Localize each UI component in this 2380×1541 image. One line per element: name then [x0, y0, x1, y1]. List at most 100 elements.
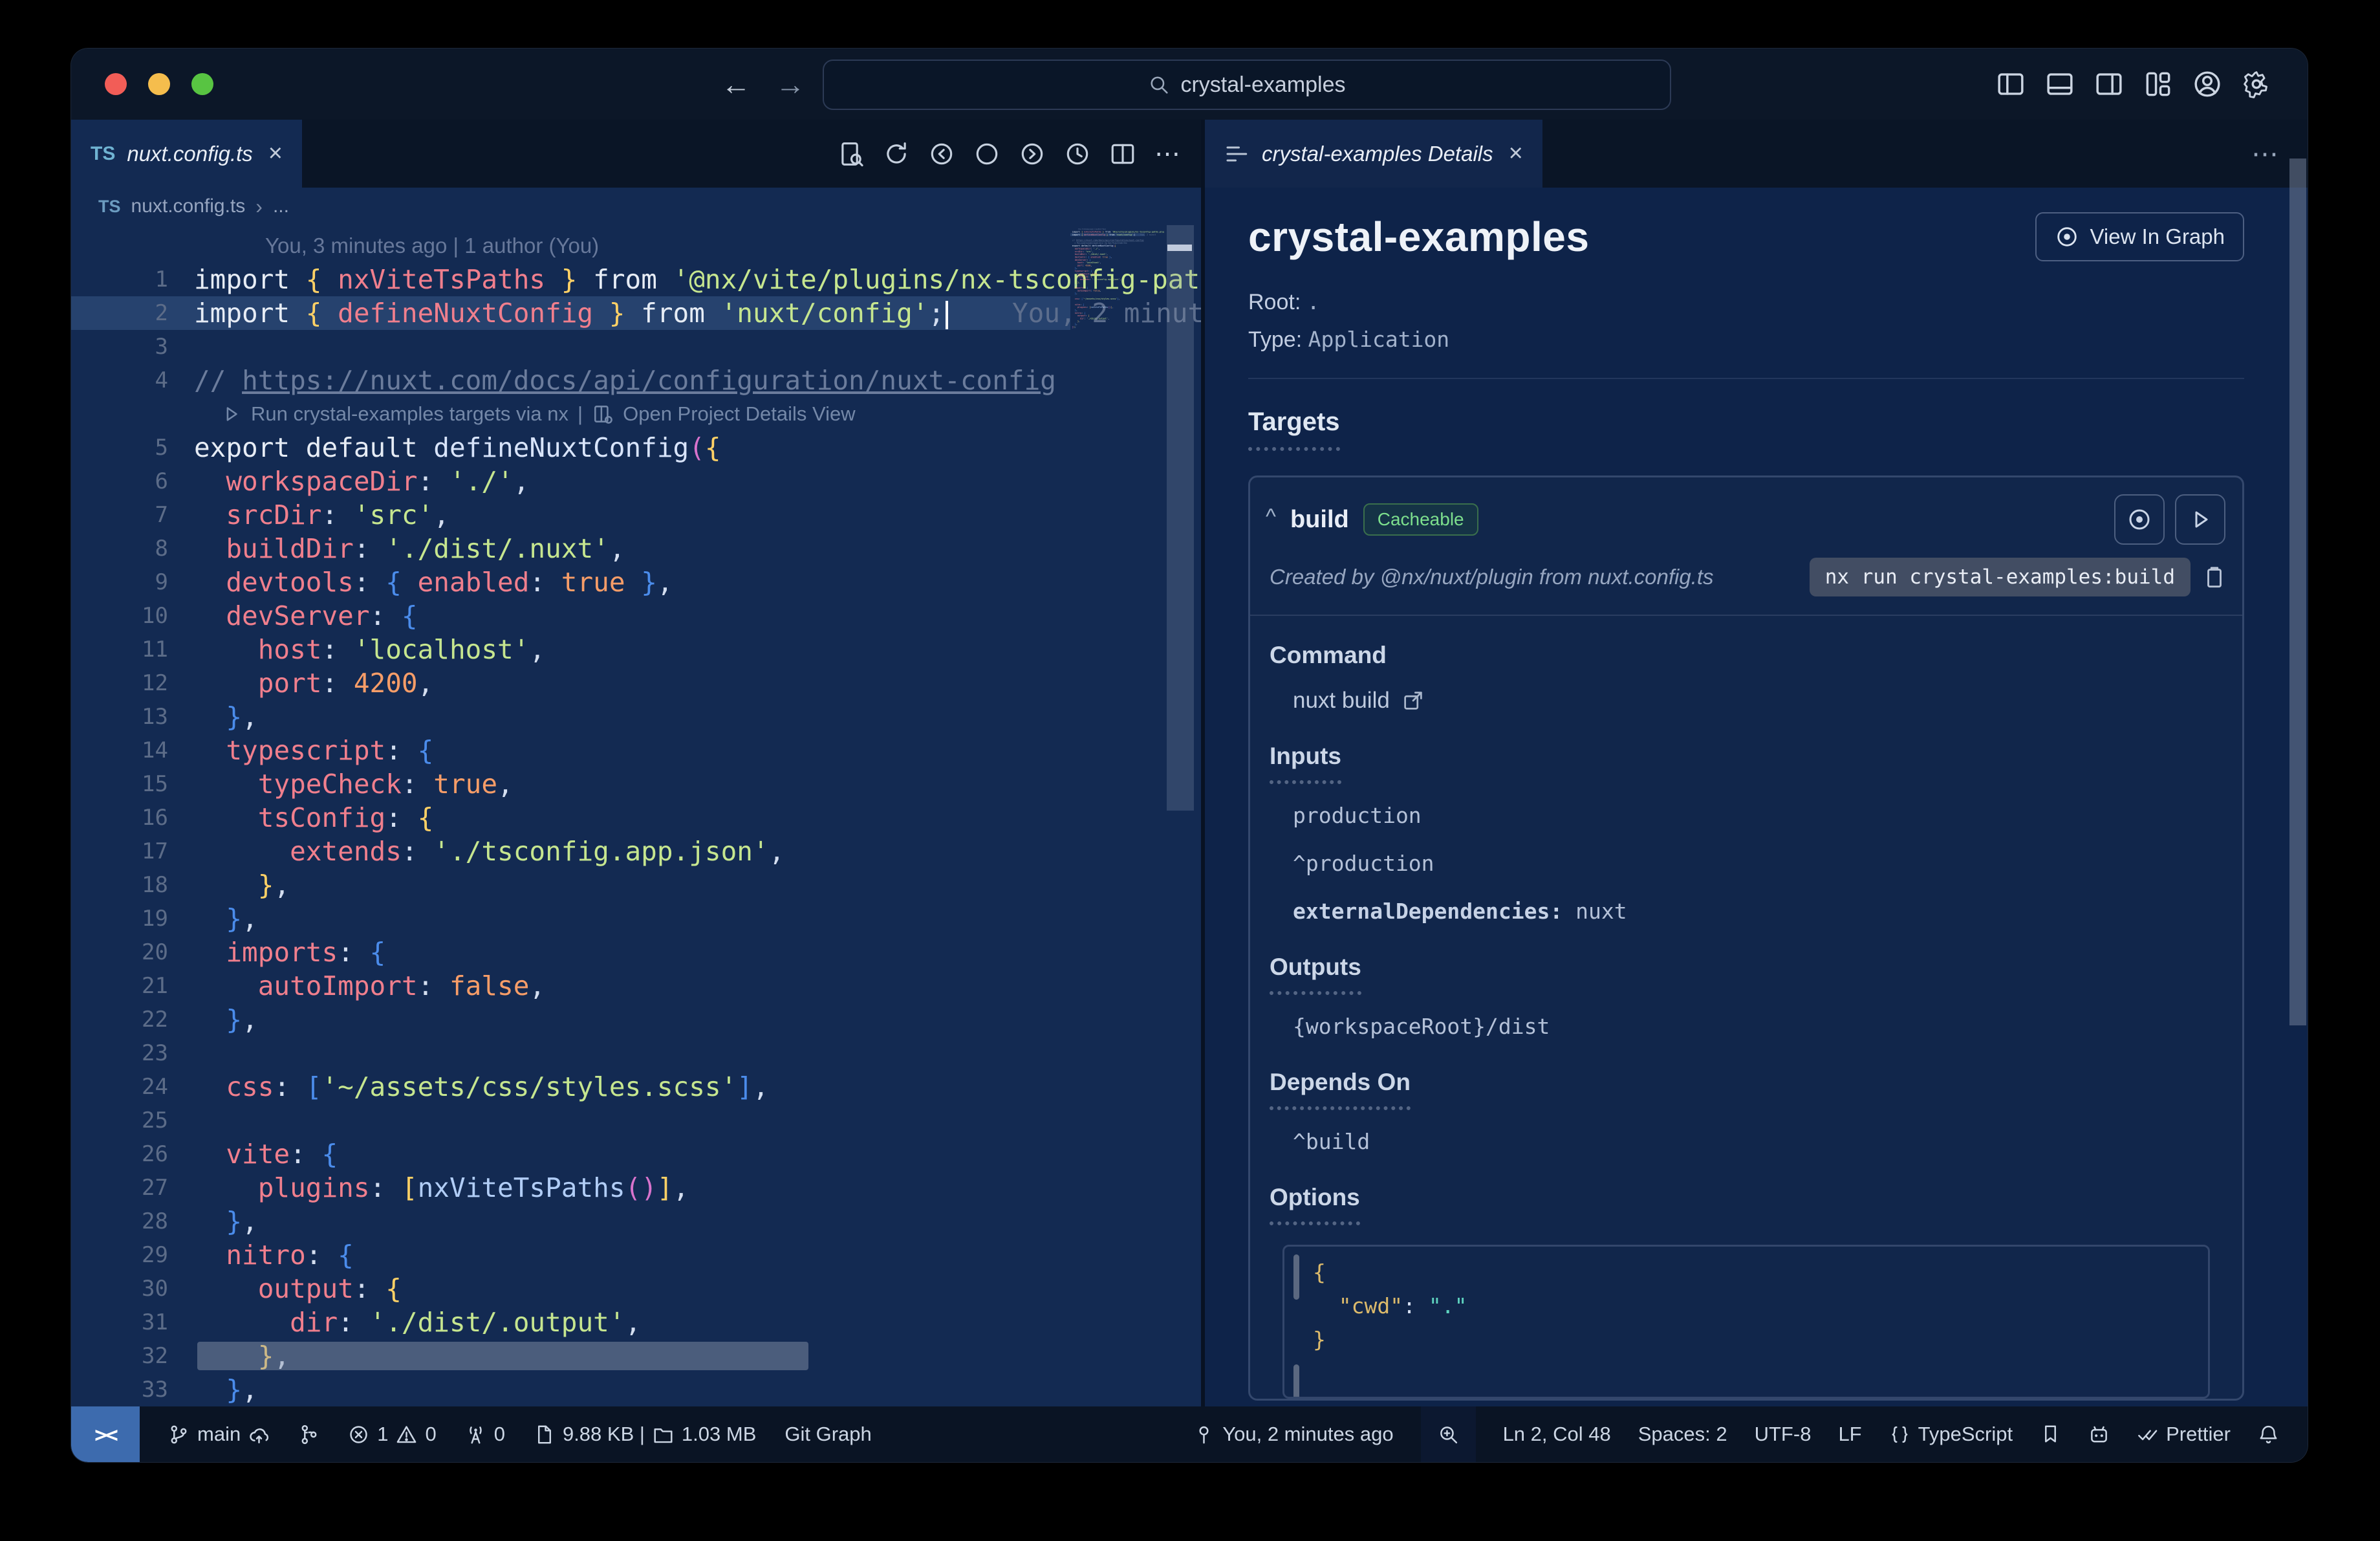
- circle-right-icon[interactable]: [1019, 140, 1046, 168]
- statusbar-encoding[interactable]: UTF-8: [1755, 1406, 1812, 1462]
- statusbar-cursor-position[interactable]: Ln 2, Col 48: [1503, 1406, 1611, 1462]
- maximize-window-button[interactable]: [191, 73, 213, 95]
- codelens-open-link[interactable]: Open Project Details View: [1108, 242, 1127, 244]
- code-line-24[interactable]: 24 css: ['~/assets/css/styles.scss'],: [71, 1070, 1070, 1104]
- more-actions-icon[interactable]: ⋯: [1154, 139, 1183, 169]
- section-item: {workspaceRoot}/dist: [1293, 1014, 1550, 1039]
- split-icon[interactable]: [1109, 140, 1136, 168]
- run-target-button[interactable]: [2175, 494, 2225, 545]
- layout-grid-icon[interactable]: [2143, 69, 2173, 99]
- layout-sidebar-right-icon[interactable]: [2094, 69, 2124, 99]
- code-editor[interactable]: You, 3 minutes ago | 1 author (You) 1 im…: [71, 225, 1201, 1406]
- circle-left-icon[interactable]: [928, 140, 955, 168]
- code-line-33[interactable]: 33 },: [71, 1373, 1070, 1406]
- codelens: Run crystal-examples targets via nx | Op…: [71, 397, 1070, 431]
- collapse-chevron-icon[interactable]: ^: [1266, 505, 1276, 530]
- codelens-open-link[interactable]: Open Project Details View: [623, 402, 856, 426]
- code-line-27[interactable]: 27 plugins: [nxViteTsPaths()],: [71, 1171, 1070, 1205]
- code-line-18[interactable]: 18 },: [71, 868, 1070, 902]
- statusbar-git-graph-label[interactable]: Git Graph: [784, 1406, 871, 1462]
- code-line-8[interactable]: 8 buildDir: './dist/.nuxt',: [71, 532, 1070, 565]
- code-line-1[interactable]: 1 import { nxViteTsPaths } from '@nx/vit…: [71, 263, 1201, 296]
- section-heading-outputs: Outputs: [1270, 954, 2242, 995]
- account-icon[interactable]: [2192, 69, 2222, 99]
- layout-panel-icon[interactable]: [2045, 69, 2075, 99]
- circle-icon[interactable]: [973, 140, 1001, 168]
- back-icon[interactable]: ←: [721, 67, 751, 102]
- layout-sidebar-left-icon[interactable]: [1996, 69, 2026, 99]
- code-line-29[interactable]: 29 nitro: {: [71, 1238, 1070, 1272]
- minimize-window-button[interactable]: [148, 73, 170, 95]
- statusbar-file-size[interactable]: 9.88 KB | 1.03 MB: [534, 1406, 756, 1462]
- code-line-7[interactable]: 7 srcDir: 'src',: [71, 498, 1070, 532]
- code-line-17[interactable]: 17 extends: './tsconfig.app.json',: [71, 835, 1070, 868]
- code-line-23[interactable]: 23: [71, 1036, 1070, 1070]
- minimap[interactable]: You, 3 minutes ago | 1 author (You) 1 im…: [1070, 228, 1164, 1406]
- statusbar-eol[interactable]: LF: [1838, 1406, 1861, 1462]
- line-number: 19: [142, 906, 168, 932]
- statusbar-ports[interactable]: 0: [465, 1406, 505, 1462]
- codelens-run-link[interactable]: Run crystal-examples targets via nx: [1077, 242, 1103, 244]
- statusbar-remote-indicator[interactable]: ><: [71, 1406, 140, 1462]
- vscode-window: ← → crystal-examples TS nuxt.config.ts ×…: [71, 49, 2308, 1462]
- run-command-chip[interactable]: nx run crystal-examples:build: [1809, 558, 2191, 596]
- codelens-run-link[interactable]: Run crystal-examples targets via nx: [251, 402, 568, 426]
- statusbar-zoom-control[interactable]: [1420, 1406, 1476, 1462]
- code-line-11[interactable]: 11 host: 'localhost',: [71, 633, 1070, 666]
- code-line-12[interactable]: 12 port: 4200,: [71, 666, 1070, 700]
- tab-project-details[interactable]: crystal-examples Details ×: [1205, 120, 1542, 188]
- forward-icon[interactable]: →: [775, 67, 805, 102]
- code-line-22[interactable]: 22 },: [71, 1003, 1070, 1036]
- tab-close-icon[interactable]: ×: [1509, 140, 1523, 168]
- code-line-26[interactable]: 26 vite: {: [71, 1137, 1070, 1171]
- code-line-13[interactable]: 13 },: [71, 700, 1070, 734]
- code-line-3[interactable]: 3: [71, 330, 1070, 364]
- statusbar-notifications[interactable]: [2258, 1406, 2279, 1462]
- editor-horizontal-scrollbar[interactable]: [197, 1342, 808, 1370]
- code-line-31[interactable]: 31 dir: './dist/.output',: [71, 1306, 1070, 1339]
- statusbar-git-branch[interactable]: main: [168, 1406, 270, 1462]
- command-center-search[interactable]: crystal-examples: [823, 60, 1671, 110]
- code-line-5[interactable]: 5 export default defineNuxtConfig({: [71, 431, 1070, 464]
- view-in-graph-button[interactable]: View In Graph: [2035, 212, 2244, 261]
- code-line-4[interactable]: 4 // https://nuxt.com/docs/api/configura…: [71, 364, 1070, 397]
- statusbar-problems[interactable]: 10: [348, 1406, 437, 1462]
- statusbar-git-graph-icon[interactable]: [298, 1406, 319, 1462]
- code-line-14[interactable]: 14 typescript: {: [71, 734, 1070, 767]
- section-item[interactable]: nuxt build: [1293, 684, 2242, 717]
- breadcrumb-symbol[interactable]: ...: [273, 195, 289, 217]
- breadcrumb[interactable]: TS nuxt.config.ts › ...: [71, 188, 1201, 225]
- code-line-25[interactable]: 25: [71, 1104, 1070, 1137]
- breadcrumb-file[interactable]: nuxt.config.ts: [131, 195, 246, 217]
- file-search-icon[interactable]: [838, 140, 865, 168]
- code-line-28[interactable]: 28 },: [71, 1205, 1070, 1238]
- editor-vertical-scrollbar[interactable]: [1165, 225, 1195, 1406]
- code-line-9[interactable]: 9 devtools: { enabled: true },: [71, 565, 1070, 599]
- close-window-button[interactable]: [105, 73, 127, 95]
- code-line-2[interactable]: 2 import { defineNuxtConfig } from 'nuxt…: [71, 296, 1201, 330]
- code-line-19[interactable]: 19 },: [71, 902, 1070, 935]
- statusbar-license-ribbon[interactable]: [2040, 1406, 2061, 1462]
- statusbar-pets-robot[interactable]: [2088, 1406, 2110, 1462]
- code-line-21[interactable]: 21 autoImport: false,: [71, 969, 1070, 1003]
- refresh-icon[interactable]: [883, 140, 910, 168]
- statusbar-prettier[interactable]: Prettier: [2137, 1406, 2231, 1462]
- code-line-30[interactable]: 30 output: {: [71, 1272, 1070, 1306]
- statusbar-blame-info[interactable]: You, 2 minutes ago: [1193, 1406, 1394, 1462]
- options-code-block[interactable]: { "cwd": "." }: [1282, 1245, 2210, 1399]
- statusbar-indentation[interactable]: Spaces: 2: [1638, 1406, 1727, 1462]
- tab-close-icon[interactable]: ×: [268, 140, 283, 168]
- panel-scrollbar[interactable]: [2289, 158, 2306, 1025]
- code-line-20[interactable]: 20 imports: {: [71, 935, 1070, 969]
- code-line-6[interactable]: 6 workspaceDir: './',: [71, 464, 1070, 498]
- code-line-15[interactable]: 15 typeCheck: true,: [71, 767, 1070, 801]
- history-icon[interactable]: [1064, 140, 1091, 168]
- code-line-34[interactable]: 34 });: [1070, 325, 1145, 328]
- statusbar-language-mode[interactable]: TypeScript: [1889, 1406, 2013, 1462]
- code-line-10[interactable]: 10 devServer: {: [71, 599, 1070, 633]
- tab-nuxt-config[interactable]: TS nuxt.config.ts ×: [71, 120, 302, 188]
- copy-command-button[interactable]: [2202, 565, 2227, 589]
- code-line-16[interactable]: 16 tsConfig: {: [71, 801, 1070, 835]
- view-target-in-graph-button[interactable]: [2114, 494, 2165, 545]
- settings-icon[interactable]: [2242, 69, 2271, 99]
